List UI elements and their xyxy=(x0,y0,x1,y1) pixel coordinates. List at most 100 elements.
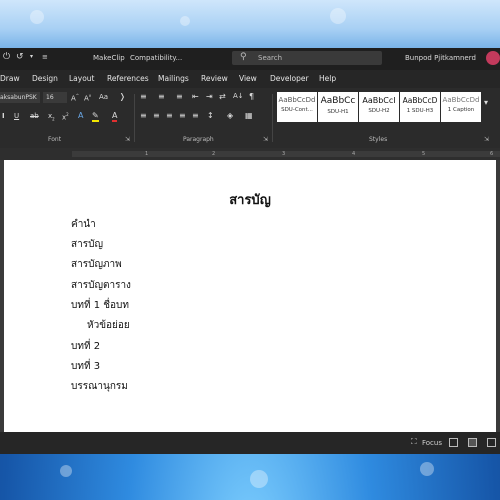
subscript-icon[interactable]: x2 xyxy=(48,112,55,121)
shading-icon[interactable]: ◈ xyxy=(227,111,233,120)
ruler-mark: 2 xyxy=(212,151,216,157)
style-preview: AaBbCcD xyxy=(402,96,438,105)
tab-view[interactable]: View xyxy=(239,74,257,83)
styles-scroll-icon[interactable]: ▾ xyxy=(484,98,488,107)
menu-bar: Draw Design Layout References Mailings R… xyxy=(0,70,500,88)
tab-developer[interactable]: Developer xyxy=(270,74,309,83)
font-name: aksabunPSK xyxy=(0,94,37,101)
borders-icon[interactable]: ▦ xyxy=(245,111,253,120)
group-label-styles: Styles xyxy=(369,136,388,143)
tab-review[interactable]: Review xyxy=(201,74,228,83)
ruler: 1 2 3 4 5 6 xyxy=(0,148,500,160)
superscript-icon[interactable]: x2 xyxy=(62,112,69,121)
strike-icon[interactable]: ab xyxy=(30,112,39,120)
tab-references[interactable]: References xyxy=(107,74,149,83)
align-center-icon[interactable]: ≡ xyxy=(153,111,160,120)
numbering-icon[interactable]: ≡ xyxy=(158,92,165,101)
sort-icon[interactable]: A↓ xyxy=(233,92,244,100)
focus-icon[interactable]: ⛶ xyxy=(411,437,417,447)
text-effects-icon[interactable]: A xyxy=(78,111,83,120)
desktop-bokeh xyxy=(250,470,268,488)
style-preview: AaBbCcDd xyxy=(442,96,480,104)
font-dialog-icon[interactable]: ⇲ xyxy=(125,136,130,143)
tab-help[interactable]: Help xyxy=(319,74,336,83)
customize-icon[interactable]: ≡ xyxy=(42,53,48,61)
ruler-mark: 3 xyxy=(282,151,286,157)
underline-icon[interactable]: U xyxy=(14,112,19,120)
status-bar: ⛶ Focus xyxy=(0,432,500,454)
font-size-box[interactable]: 16 xyxy=(43,92,67,103)
style-caption[interactable]: AaBbCcDd 1 Caption xyxy=(441,92,481,122)
multilevel-icon[interactable]: ≡ xyxy=(176,92,183,101)
toc-item-chapter3: บทที่ 3 xyxy=(71,361,101,372)
group-separator xyxy=(134,94,135,142)
toc-item-toc: สารบัญ xyxy=(71,239,103,250)
tab-mailings[interactable]: Mailings xyxy=(158,74,189,83)
align-right-icon[interactable]: ≡ xyxy=(166,111,173,120)
change-case-icon[interactable]: Aa xyxy=(99,93,108,101)
increase-indent-icon[interactable]: ⇥ xyxy=(206,92,213,101)
tab-layout[interactable]: Layout xyxy=(69,74,95,83)
style-sdu-h1[interactable]: AaBbCc SDU-H1 xyxy=(318,92,358,122)
undo-icon[interactable]: ↺ xyxy=(16,52,24,62)
style-preview: AaBbCc xyxy=(320,96,356,106)
desktop-bokeh xyxy=(420,462,434,476)
style-name: SDU-Cont... xyxy=(281,107,313,113)
shrink-font-icon[interactable]: Av xyxy=(84,93,91,102)
text-direction-icon[interactable]: ⇄ xyxy=(219,92,226,101)
toc-item-subsection: หัวข้อย่อย xyxy=(87,320,130,331)
read-mode-icon[interactable] xyxy=(449,438,458,447)
word-window: ⏻ ↺ ▾ ≡ MakeClip Compatibility... ⚲ Sear… xyxy=(0,48,500,454)
style-sdu-h3[interactable]: AaBbCcD 1 SDU-H3 xyxy=(400,92,440,122)
ruler-mark: 6 xyxy=(490,151,494,157)
group-separator xyxy=(272,94,273,142)
align-left-icon[interactable]: ≡ xyxy=(140,111,147,120)
search-placeholder: Search xyxy=(258,54,283,62)
desktop-bokeh xyxy=(180,16,190,26)
desktop-bokeh xyxy=(330,8,346,24)
highlight-icon[interactable]: ✎ xyxy=(92,111,99,122)
ribbon: aksabunPSK 16 A^ Av Aa ❭ I U ab x2 x2 A … xyxy=(0,88,500,148)
tab-design[interactable]: Design xyxy=(32,74,58,83)
ruler-track[interactable] xyxy=(72,151,500,157)
styles-dialog-icon[interactable]: ⇲ xyxy=(484,136,489,143)
style-preview: AaBbCcI xyxy=(362,96,396,105)
document-area: สารบัญ คำนำ สารบัญ สารบัญภาพ สารบัญตาราง… xyxy=(0,160,500,432)
avatar[interactable] xyxy=(486,51,500,65)
ruler-mark: 1 xyxy=(145,151,149,157)
font-color-icon[interactable]: A xyxy=(112,111,118,122)
title-bar: ⏻ ↺ ▾ ≡ MakeClip Compatibility... ⚲ Sear… xyxy=(0,48,500,70)
paragraph-dialog-icon[interactable]: ⇲ xyxy=(263,136,268,143)
font-size: 16 xyxy=(46,94,54,101)
font-name-box[interactable]: aksabunPSK xyxy=(0,92,40,103)
web-layout-icon[interactable] xyxy=(487,438,496,447)
focus-button[interactable]: Focus xyxy=(422,439,442,447)
tab-draw[interactable]: Draw xyxy=(0,74,20,83)
bullets-icon[interactable]: ≡ xyxy=(140,92,147,101)
decrease-indent-icon[interactable]: ⇤ xyxy=(192,92,199,101)
clear-format-icon[interactable]: ❭ xyxy=(119,92,126,101)
desktop-bokeh xyxy=(60,465,72,477)
distribute-icon[interactable]: ≡ xyxy=(192,111,199,120)
ruler-mark: 4 xyxy=(352,151,356,157)
justify-icon[interactable]: ≡ xyxy=(179,111,186,120)
pilcrow-icon[interactable]: ¶ xyxy=(249,92,254,101)
style-sdu-h2[interactable]: AaBbCcI SDU-H2 xyxy=(359,92,399,122)
desktop-sky xyxy=(0,0,500,48)
group-label-font: Font xyxy=(48,136,62,143)
group-label-paragraph: Paragraph xyxy=(183,136,214,143)
line-spacing-icon[interactable]: ↕ xyxy=(207,111,214,120)
document-page[interactable]: สารบัญ คำนำ สารบัญ สารบัญภาพ สารบัญตาราง… xyxy=(4,160,496,432)
search-box[interactable]: ⚲ Search xyxy=(232,51,382,65)
document-name: MakeClip xyxy=(93,54,125,62)
toc-item-tables: สารบัญตาราง xyxy=(71,280,131,291)
dropdown-icon[interactable]: ▾ xyxy=(30,53,33,60)
toc-item-figures: สารบัญภาพ xyxy=(71,259,122,270)
user-name[interactable]: Bunpod Pjitkamnerd xyxy=(405,54,476,62)
style-sdu-cont[interactable]: AaBbCcDd SDU-Cont... xyxy=(277,92,317,122)
grow-font-icon[interactable]: A^ xyxy=(71,93,79,102)
bold-icon[interactable]: I xyxy=(2,112,5,120)
print-layout-icon[interactable] xyxy=(468,438,477,447)
power-icon[interactable]: ⏻ xyxy=(3,52,10,62)
search-icon: ⚲ xyxy=(240,52,247,62)
